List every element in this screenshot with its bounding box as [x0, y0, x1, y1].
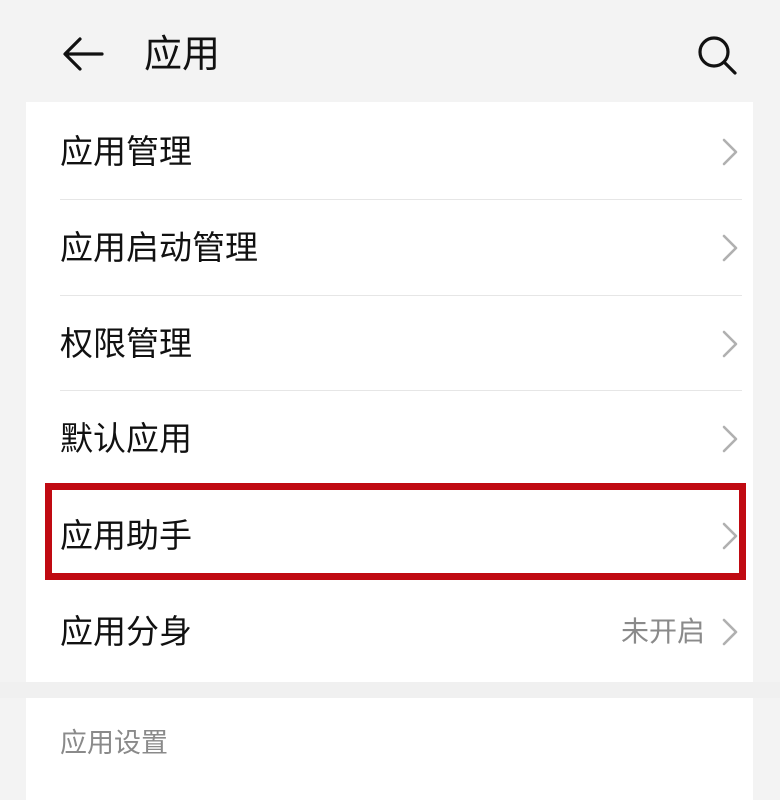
- menu-item-label: 应用助手: [60, 516, 192, 555]
- chevron-right-icon: [722, 234, 738, 262]
- section-title: 应用设置: [60, 728, 168, 759]
- settings-list: 应用管理 应用启动管理 权限管理 默认应用 应用助手 应用分身 未开启: [26, 102, 753, 682]
- status-value: 未开启: [620, 615, 705, 648]
- menu-item-app-assistant[interactable]: 应用助手: [26, 488, 753, 584]
- arrow-left-icon: [63, 37, 104, 71]
- menu-item-label: 应用启动管理: [60, 228, 258, 267]
- search-icon: [698, 36, 737, 75]
- section-divider: [0, 682, 780, 698]
- chevron-right-icon: [722, 425, 738, 453]
- search-button[interactable]: [690, 30, 744, 80]
- menu-item-startup-management[interactable]: 应用启动管理: [26, 200, 753, 296]
- menu-item-permission-management[interactable]: 权限管理: [26, 296, 753, 392]
- chevron-right-icon: [722, 138, 738, 166]
- menu-item-label: 默认应用: [60, 419, 192, 458]
- chevron-right-icon: [722, 618, 738, 646]
- menu-item-app-management[interactable]: 应用管理: [26, 104, 753, 200]
- page-title: 应用: [144, 32, 221, 76]
- chevron-right-icon: [722, 522, 738, 550]
- divider: [60, 486, 742, 487]
- chevron-right-icon: [722, 330, 738, 358]
- menu-item-default-apps[interactable]: 默认应用: [26, 391, 753, 487]
- header-bar: 应用: [0, 0, 780, 102]
- menu-item-label: 应用分身: [60, 612, 192, 651]
- back-button[interactable]: [58, 30, 108, 78]
- menu-item-app-twin[interactable]: 应用分身 未开启: [26, 584, 753, 680]
- menu-item-label: 权限管理: [60, 324, 192, 363]
- app-settings-section: 应用设置: [26, 698, 753, 800]
- app-settings-screen: 应用 应用管理 应用启动管理 权限管理 默认应用 应用助手 应用分身 未开启 应…: [0, 0, 780, 800]
- menu-item-label: 应用管理: [60, 132, 192, 171]
